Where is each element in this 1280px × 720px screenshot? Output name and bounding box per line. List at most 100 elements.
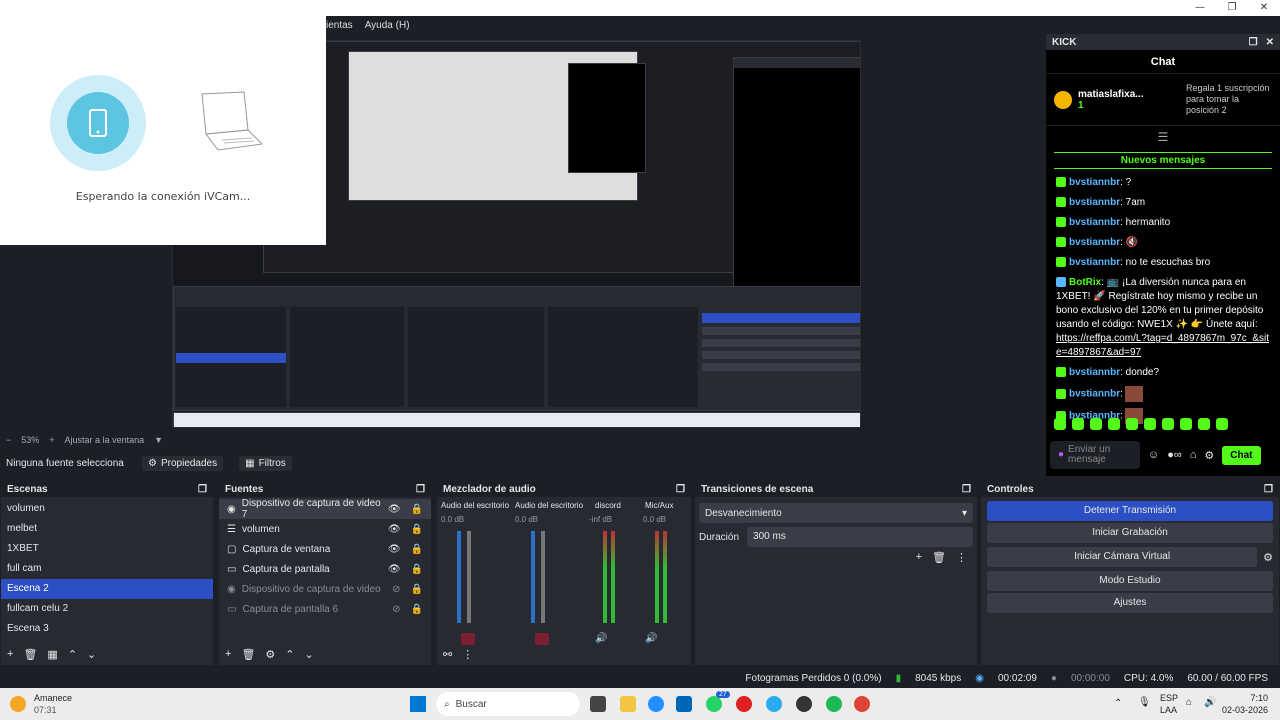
windows-start-icon[interactable] [410, 696, 426, 712]
properties-button[interactable]: ⚙ Propiedades [142, 455, 224, 471]
weather-title[interactable]: Amanece [34, 693, 72, 703]
store-icon[interactable] [676, 696, 692, 712]
scene-item-selected[interactable]: Escena 2 [1, 579, 213, 599]
gear-icon[interactable]: ⚙ [1263, 551, 1273, 564]
gear-icon[interactable]: ⚙ [265, 648, 275, 661]
scene-item[interactable]: 1XBET [1, 539, 213, 559]
emote-icon[interactable] [1054, 418, 1066, 430]
chat-link[interactable]: https://reffpa.com/L?tag=d_4897867m_97c_… [1056, 333, 1269, 358]
chevron-down-icon[interactable]: ⌄ [305, 648, 314, 661]
zoom-out-icon[interactable]: − [6, 435, 11, 445]
chevron-up-icon[interactable]: ⌃ [68, 648, 77, 661]
float-icon[interactable]: ❐ [962, 484, 971, 495]
scene-item[interactable]: fullcam celu 2 [1, 599, 213, 619]
eye-hidden-icon[interactable]: ⊘ [392, 604, 400, 615]
lock-icon[interactable]: 🔒 [411, 604, 423, 615]
chat-username[interactable]: bvstiannbr [1069, 197, 1120, 208]
eye-icon[interactable]: 👁 [388, 564, 401, 575]
chat-username[interactable]: bvstiannbr [1069, 177, 1120, 188]
emote-icon[interactable] [1198, 418, 1210, 430]
eye-icon[interactable]: 👁 [388, 504, 401, 515]
source-item[interactable]: ◉ Dispositivo de captura de video 7 👁 🔒 [219, 498, 431, 520]
source-item[interactable]: ▭ Captura de pantalla 6 ⊘ 🔒 [219, 599, 431, 619]
telegram-icon[interactable] [766, 696, 782, 712]
volume-icon[interactable]: 🔊 [1204, 697, 1216, 708]
more-icon[interactable]: ⋮ [956, 551, 967, 564]
language[interactable]: ESP [1160, 693, 1178, 703]
emote-icon[interactable] [1216, 418, 1228, 430]
lock-icon[interactable]: 🔒 [411, 544, 423, 555]
emote-icon[interactable] [1180, 418, 1192, 430]
file-explorer-icon[interactable] [620, 696, 636, 712]
obs-icon[interactable] [796, 696, 812, 712]
chat-username[interactable]: bvstiannbr [1069, 237, 1120, 248]
store-icon[interactable]: ⌂ [1190, 449, 1197, 461]
float-icon[interactable]: ❐ [198, 484, 207, 495]
start-recording-button[interactable]: Iniciar Grabación [987, 523, 1273, 543]
eye-hidden-icon[interactable]: ⊘ [392, 584, 400, 595]
chat-username[interactable]: bvstiannbr [1069, 389, 1120, 400]
float-icon[interactable]: ❐ [676, 484, 685, 495]
studio-mode-button[interactable]: Modo Estudio [987, 571, 1273, 591]
settings-button[interactable]: Ajustes [987, 593, 1273, 613]
emoji-icon[interactable]: ☺ [1148, 449, 1159, 461]
chat-username[interactable]: BotRix [1069, 277, 1101, 288]
kick-logo-icon[interactable]: ●∞ [1167, 449, 1182, 461]
more-icon[interactable]: ⋮ [462, 648, 473, 661]
clock-time[interactable]: 7:10 [1250, 693, 1268, 703]
add-icon[interactable]: + [7, 648, 13, 660]
chevron-down-icon[interactable]: ⌄ [87, 648, 96, 661]
lock-icon[interactable]: 🔒 [411, 524, 423, 535]
stop-streaming-button[interactable]: Detener Transmisión [987, 501, 1273, 521]
minimize-button[interactable]: — [1188, 0, 1212, 16]
task-view-icon[interactable] [590, 696, 606, 712]
emote-icon[interactable] [1072, 418, 1084, 430]
trash-icon[interactable]: 🗑 [241, 648, 255, 661]
source-item[interactable]: ▭ Captura de pantalla 👁 🔒 [219, 559, 431, 579]
whatsapp-icon[interactable] [706, 696, 722, 712]
lock-icon[interactable]: 🔒 [411, 584, 423, 595]
scene-item[interactable]: full cam [1, 559, 213, 579]
close-button[interactable]: ✕ [1252, 0, 1276, 16]
close-icon[interactable]: ✕ [1266, 37, 1274, 48]
chat-username[interactable]: bvstiannbr [1069, 257, 1120, 268]
scene-item[interactable]: Escena 3 [1, 619, 213, 639]
scene-item[interactable]: volumen [1, 499, 213, 519]
pinned-user[interactable]: matiaslafixa... [1078, 89, 1144, 100]
link-icon[interactable]: ⚯ [443, 648, 452, 661]
filter-icon[interactable]: ▦ [47, 648, 57, 661]
menu-item-tools[interactable]: ientas [326, 20, 353, 31]
chat-input[interactable]: ● Enviar un mensaje [1050, 441, 1140, 469]
maximize-button[interactable]: ❐ [1220, 0, 1244, 16]
spotify-icon[interactable] [826, 696, 842, 712]
settings-icon[interactable]: ⚙ [1204, 449, 1214, 462]
fit-window-label[interactable]: Ajustar a la ventana [65, 435, 145, 445]
mic-icon[interactable]: ● [1058, 450, 1064, 460]
emote-icon[interactable] [1090, 418, 1102, 430]
float-icon[interactable]: ❐ [416, 484, 425, 495]
source-item[interactable]: ◉ Dispositivo de captura de video ⊘ 🔒 [219, 579, 431, 599]
trash-icon[interactable]: 🗑 [932, 551, 946, 564]
emote-icon[interactable] [1126, 418, 1138, 430]
mic-icon[interactable]: 🎙 [1138, 697, 1151, 708]
add-icon[interactable]: + [225, 648, 231, 660]
source-item[interactable]: ▢ Captura de ventana 👁 🔒 [219, 539, 431, 559]
chrome-icon[interactable] [854, 696, 870, 712]
network-icon[interactable]: ⌂ [1186, 697, 1192, 708]
chevron-up-icon[interactable]: ⌃ [285, 648, 294, 661]
chat-username[interactable]: bvstiannbr [1069, 217, 1120, 228]
lock-icon[interactable]: 🔒 [411, 564, 423, 575]
chevron-up-icon[interactable]: ⌃ [1114, 698, 1122, 709]
search-box[interactable]: ⌕ Buscar [436, 692, 580, 716]
emote-icon[interactable] [1144, 418, 1156, 430]
eye-icon[interactable]: 👁 [388, 524, 401, 535]
chat-username[interactable]: bvstiannbr [1069, 367, 1120, 378]
float-icon[interactable]: ❐ [1264, 484, 1273, 495]
edge-icon[interactable] [648, 696, 664, 712]
eye-icon[interactable]: 👁 [388, 544, 401, 555]
duration-input[interactable]: 300 ms [747, 527, 973, 547]
menu-item-help[interactable]: Ayuda (H) [365, 20, 410, 31]
scene-item[interactable]: melbet [1, 519, 213, 539]
start-virtual-camera-button[interactable]: Iniciar Cámara Virtual [987, 547, 1258, 567]
filters-button[interactable]: ▦ Filtros [239, 455, 292, 471]
